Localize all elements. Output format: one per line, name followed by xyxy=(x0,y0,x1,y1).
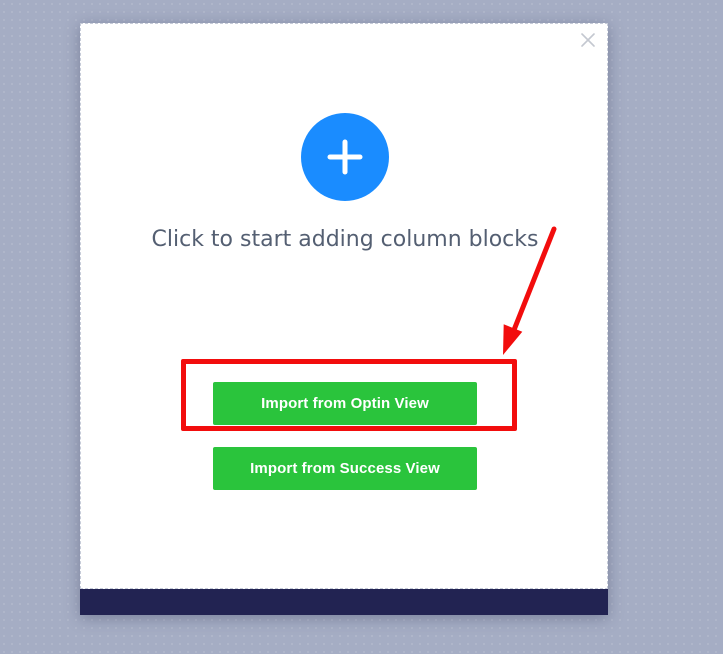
add-blocks-prompt: Click to start adding column blocks xyxy=(151,227,539,252)
close-icon[interactable] xyxy=(579,31,597,49)
add-column-button[interactable] xyxy=(301,113,389,201)
import-success-button[interactable]: Import from Success View xyxy=(213,447,477,490)
modal-footer-bar xyxy=(80,589,608,615)
modal-body: Click to start adding column blocks Impo… xyxy=(80,23,608,589)
import-optin-button[interactable]: Import from Optin View xyxy=(213,382,477,425)
column-blocks-modal: Click to start adding column blocks Impo… xyxy=(80,23,608,615)
plus-icon xyxy=(327,139,363,175)
